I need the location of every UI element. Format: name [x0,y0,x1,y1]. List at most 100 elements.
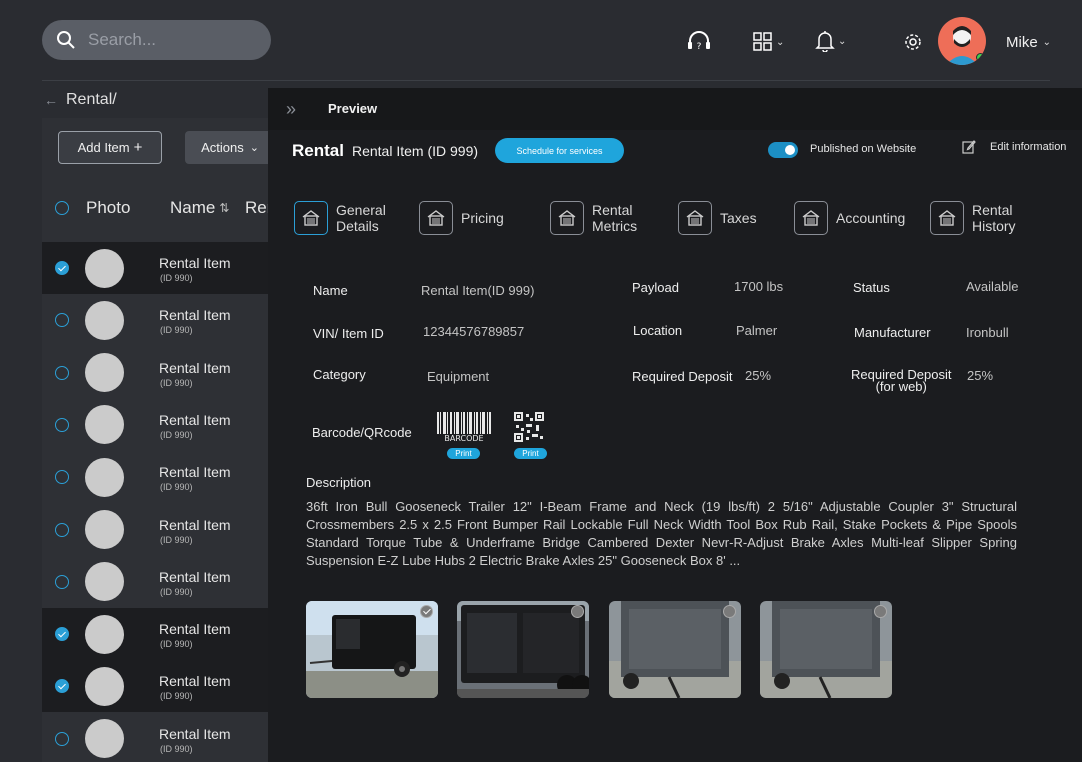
field-deposit-label: Required Deposit [632,369,733,384]
warehouse-icon [294,201,328,235]
notification-bell-icon[interactable]: ⌄ [815,30,846,52]
actions-label: Actions [201,140,244,155]
item-id: (ID 990) [160,482,193,493]
trailer-photo[interactable] [760,601,892,698]
list-item[interactable]: Rental Item(ID 990)V [42,294,277,346]
row-checkbox[interactable] [55,627,69,642]
item-photo-placeholder [85,614,124,654]
search-bar[interactable] [42,20,271,60]
preview-header: » Preview [268,88,1082,130]
apps-grid-icon[interactable]: ⌄ [753,32,784,52]
collapse-chevrons-icon[interactable]: » [286,99,296,120]
item-photo-placeholder [85,353,124,393]
chevron-down-icon: ⌄ [838,35,847,47]
edit-information-button[interactable]: Edit information [962,140,1066,154]
row-checkbox[interactable] [55,313,69,328]
tab-label: Pricing [461,210,504,226]
list-item[interactable]: Rental Item(ID 990)V [42,608,277,661]
row-checkbox[interactable] [55,574,69,589]
field-payload-label: Payload [632,280,679,295]
photo-select-checkbox[interactable] [571,605,584,618]
photo-select-checkbox[interactable] [420,605,433,618]
svg-text:?: ? [697,42,702,52]
published-label: Published on Website [810,143,917,155]
trailer-photo[interactable] [306,601,438,698]
row-checkbox[interactable] [55,417,69,432]
item-name: Rental Item (ID 999) [351,143,479,159]
field-name-label: Name [313,283,348,298]
item-id: (ID 990) [160,325,193,336]
column-name[interactable]: Name ⇅ [170,198,229,218]
schedule-services-button[interactable]: Schedule for services [495,138,624,163]
row-checkbox[interactable] [55,731,69,746]
tab-label-line2: Details [336,218,379,234]
qrcode-image [514,412,544,442]
tab-taxes[interactable]: Taxes [678,201,757,235]
list-item[interactable]: Rental Item(ID 990)V [42,347,277,399]
item-name: Rental Item [159,673,231,690]
list-item[interactable]: Rental Item(ID 990)V [42,399,277,451]
add-item-button[interactable]: Add Item + [58,131,162,164]
preview-panel: » Preview Rental Rental Item (ID 999) Sc… [268,88,1082,762]
list-item[interactable]: Rental Item(ID 990)V [42,242,277,294]
published-toggle[interactable] [768,142,798,158]
sort-icon[interactable]: ⇅ [219,201,229,215]
field-name-value: Rental Item(ID 999) [421,283,535,298]
list-item[interactable]: Rental Item(ID 990)V [42,660,277,713]
field-deposit-value: 25% [745,368,772,383]
print-barcode-button[interactable]: Print [447,448,480,459]
row-checkbox[interactable] [55,470,69,485]
user-menu[interactable]: Mike ⌄ [1006,34,1051,51]
item-id: (ID 990) [160,377,193,388]
tab-label-line2: Metrics [592,218,638,234]
item-photo-placeholder [85,562,124,602]
photo-select-checkbox[interactable] [723,605,736,618]
list-item[interactable]: Rental Item(ID 990)V [42,504,277,556]
field-barcode-label: Barcode/QRcode [312,425,412,440]
item-name: Rental Item [159,464,231,481]
item-name: Rental Item [159,516,231,533]
tab-general-details[interactable]: General Details [294,201,386,235]
item-name: Rental Item [159,725,231,742]
row-checkbox[interactable] [55,522,69,537]
item-type: Rental [292,141,344,160]
trailer-photo[interactable] [609,601,741,698]
tab-rental-history[interactable]: Rental History [930,201,1016,235]
field-status-value: Available [966,279,1019,294]
tab-label: Accounting [836,210,905,226]
item-name: Rental Item [159,568,231,585]
edit-pencil-icon [962,140,976,154]
user-avatar[interactable] [938,17,986,65]
row-checkbox[interactable] [55,365,69,380]
item-photo-placeholder [85,666,124,706]
online-status-indicator [976,53,985,62]
field-deposit-web-label-line2: (for web) [875,379,927,394]
back-arrow-icon[interactable]: ← [44,92,58,108]
row-checkbox[interactable] [55,261,69,275]
list-item[interactable]: Rental Item(ID 990)V [42,451,277,503]
row-checkbox[interactable] [55,679,69,694]
tab-rental-metrics[interactable]: Rental Metrics [550,201,637,235]
trailer-photo-image [457,601,589,698]
breadcrumb: ← Rental/ [44,91,117,109]
trailer-photo[interactable] [457,601,589,698]
select-all-checkbox[interactable] [55,201,69,215]
search-input[interactable] [88,30,258,50]
settings-gear-icon[interactable] [904,33,922,51]
description-text: 36ft Iron Bull Gooseneck Trailer 12" I-B… [306,499,1017,568]
print-qrcode-button[interactable]: Print [514,448,547,459]
actions-dropdown[interactable]: Actions ⌄ [185,131,275,164]
field-category-label: Category [313,367,366,382]
list-item[interactable]: Rental Item(ID 990)V [42,713,277,762]
tab-accounting[interactable]: Accounting [794,201,905,235]
field-vin-label: VIN/ Item ID [313,326,384,341]
warehouse-icon [419,201,453,235]
chevron-down-icon: ⌄ [249,142,259,154]
list-item[interactable]: Rental Item(ID 990)V [42,556,277,608]
photo-select-checkbox[interactable] [874,605,887,618]
column-photo: Photo [86,198,131,217]
support-headset-icon[interactable]: ? [686,29,712,53]
field-manufacturer-value: Ironbull [966,325,1009,340]
tab-pricing[interactable]: Pricing [419,201,504,235]
tab-label-line1: Rental [972,202,1013,218]
